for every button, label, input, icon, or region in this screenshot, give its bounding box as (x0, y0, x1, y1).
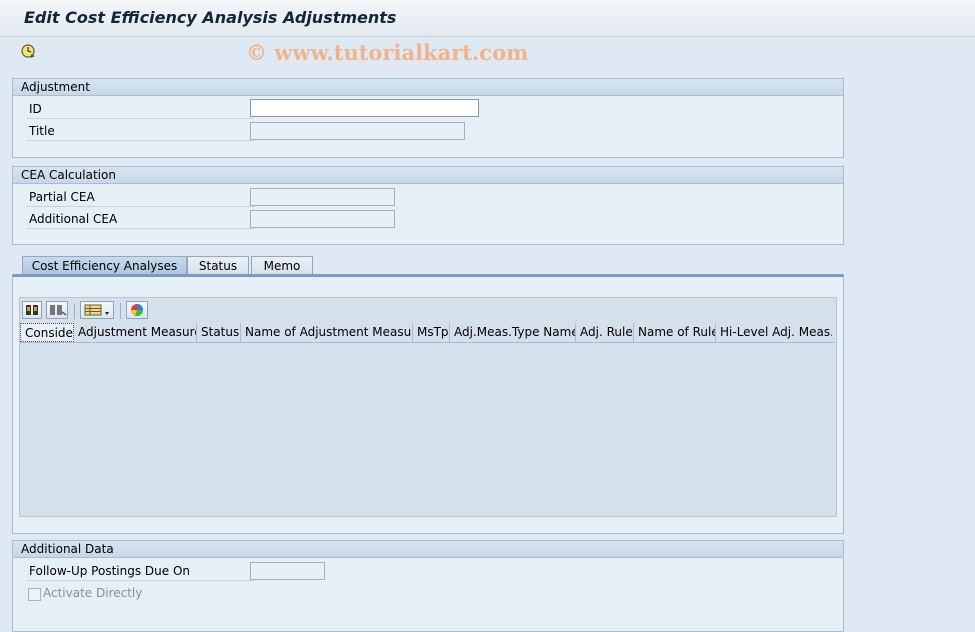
page-title: Edit Cost Efficiency Analysis Adjustment… (24, 8, 397, 27)
title-field (250, 122, 465, 140)
column-hi-level-adj-meas[interactable]: Hi-Level Adj. Meas. (716, 323, 832, 342)
partial-cea-label: Partial CEA (29, 190, 95, 204)
toolbar-separator (120, 303, 121, 319)
graphic-button[interactable] (126, 301, 148, 319)
graphic-icon (130, 304, 144, 317)
column-consider[interactable]: Consider (20, 323, 74, 342)
title-label: Title (29, 124, 55, 138)
tab-memo[interactable]: Memo (251, 256, 313, 275)
followup-postings-underline (26, 580, 254, 581)
additional-data-heading: Additional Data (13, 541, 843, 558)
adjustment-heading: Adjustment (13, 79, 843, 96)
id-label-underline (26, 118, 254, 119)
details-button[interactable] (22, 301, 42, 319)
column-adj-meas-type-name[interactable]: Adj.Meas.Type Name (450, 323, 576, 342)
activate-directly-checkbox[interactable] (28, 588, 41, 601)
watermark: © www.tutorialkart.com (246, 40, 529, 65)
partial-cea-underline (26, 206, 254, 207)
title-bar: Edit Cost Efficiency Analysis Adjustment… (0, 0, 975, 37)
followup-postings-label: Follow-Up Postings Due On (29, 564, 191, 578)
column-adjustment-measure[interactable]: Adjustment Measure (74, 323, 197, 342)
column-name-of-rule[interactable]: Name of Rule (634, 323, 716, 342)
activate-directly-label: Activate Directly (43, 586, 143, 600)
title-label-underline (26, 140, 254, 141)
column-name-of-adjustment-measure[interactable]: Name of Adjustment Measure (241, 323, 413, 342)
layout-button[interactable] (80, 301, 114, 319)
grid-column-header: Consider Adjustment Measure Status Name … (20, 323, 835, 343)
additional-cea-underline (26, 228, 254, 229)
column-status[interactable]: Status (197, 323, 241, 342)
partial-cea-field (250, 188, 395, 206)
cea-heading: CEA Calculation (13, 167, 843, 184)
details-icon (26, 305, 38, 315)
additional-cea-field (250, 210, 395, 228)
additional-cea-label: Additional CEA (29, 212, 118, 226)
layout-icon (84, 304, 109, 316)
id-input[interactable] (250, 99, 479, 117)
tab-cost-efficiency-analyses[interactable]: Cost Efficiency Analyses (22, 256, 187, 276)
followup-postings-field (250, 562, 325, 580)
column-mstp[interactable]: MsTp (413, 323, 450, 342)
toolbar-separator (74, 303, 75, 319)
id-label: ID (29, 102, 42, 116)
column-adj-rule[interactable]: Adj. Rule (576, 323, 634, 342)
find-button[interactable] (46, 301, 68, 319)
execute-clock-icon[interactable] (20, 43, 36, 59)
tab-status[interactable]: Status (187, 256, 249, 275)
find-icon (50, 305, 67, 316)
